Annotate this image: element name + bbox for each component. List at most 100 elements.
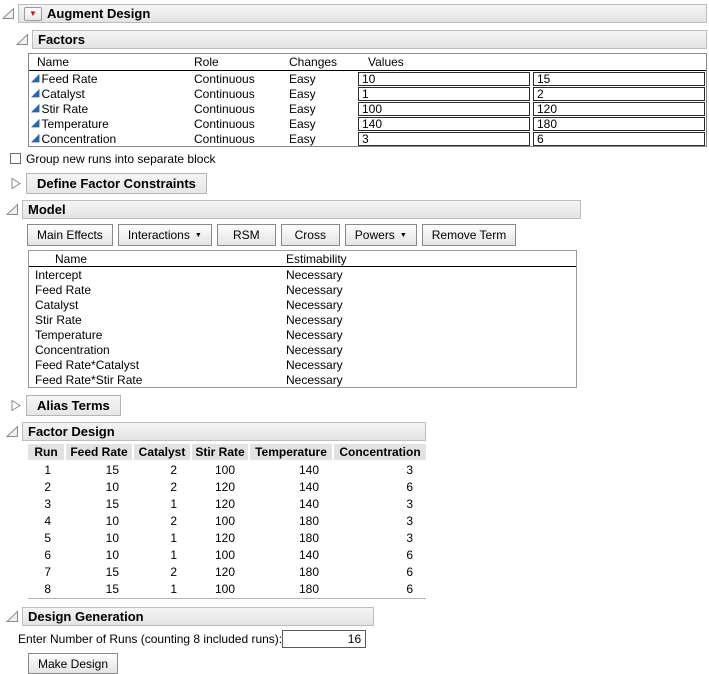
- term-name: Feed Rate: [29, 283, 286, 297]
- group-runs-checkbox-row[interactable]: Group new runs into separate block: [10, 151, 709, 166]
- factor-high-value[interactable]: 120: [533, 102, 705, 116]
- disclosure-collapsed-icon[interactable]: [10, 399, 23, 412]
- make-design-button[interactable]: Make Design: [28, 653, 118, 674]
- constraints-title[interactable]: Define Factor Constraints: [26, 173, 207, 194]
- term-estimability[interactable]: Necessary: [286, 313, 343, 327]
- run-number: 7: [28, 563, 64, 580]
- term-estimability[interactable]: Necessary: [286, 328, 343, 342]
- cell-temperature: 180: [250, 580, 332, 597]
- factor-name: Feed Rate: [41, 72, 97, 86]
- factor-role[interactable]: Continuous: [194, 117, 289, 131]
- cell-catalyst: 1: [134, 495, 190, 512]
- factors-title: Factors: [38, 32, 85, 47]
- cell-feed-rate: 15: [66, 461, 132, 478]
- model-title-bar: Model: [22, 200, 581, 219]
- remove-term-button[interactable]: Remove Term: [422, 224, 516, 246]
- cell-stir-rate: 120: [192, 529, 248, 546]
- term-estimability[interactable]: Necessary: [286, 358, 343, 372]
- red-triangle-menu-button[interactable]: ▼: [24, 7, 42, 21]
- disclosure-expanded-icon[interactable]: [6, 610, 19, 623]
- cell-feed-rate: 10: [66, 478, 132, 495]
- factor-low-value[interactable]: 3: [358, 132, 530, 146]
- col-header-term-name: Name: [29, 252, 286, 266]
- cell-concentration: 6: [334, 546, 426, 563]
- term-estimability[interactable]: Necessary: [286, 343, 343, 357]
- col-header-estimability: Estimability: [286, 252, 347, 266]
- term-estimability[interactable]: Necessary: [286, 283, 343, 297]
- number-of-runs-input[interactable]: [282, 630, 366, 648]
- term-estimability[interactable]: Necessary: [286, 268, 343, 282]
- col-header-temperature: Temperature: [250, 444, 332, 460]
- factor-changes[interactable]: Easy: [289, 132, 358, 146]
- cell-temperature: 140: [250, 495, 332, 512]
- factor-high-value[interactable]: 15: [533, 72, 705, 86]
- factor-row[interactable]: ◢Temperature Continuous Easy 140180: [29, 116, 706, 131]
- cell-concentration: 6: [334, 580, 426, 597]
- model-term-row[interactable]: CatalystNecessary: [29, 297, 576, 312]
- factor-changes[interactable]: Easy: [289, 87, 358, 101]
- factor-low-value[interactable]: 140: [358, 117, 530, 131]
- disclosure-expanded-icon[interactable]: [2, 7, 15, 20]
- model-term-row[interactable]: TemperatureNecessary: [29, 327, 576, 342]
- model-term-row[interactable]: Feed Rate*Stir RateNecessary: [29, 372, 576, 387]
- disclosure-collapsed-icon[interactable]: [10, 177, 23, 190]
- term-name: Concentration: [29, 343, 286, 357]
- term-name: Stir Rate: [29, 313, 286, 327]
- factors-table-header: Name Role Changes Values: [29, 54, 706, 71]
- model-terms-table: Name Estimability InterceptNecessary Fee…: [28, 250, 577, 388]
- factor-low-value[interactable]: 10: [358, 72, 530, 86]
- factor-high-value[interactable]: 180: [533, 117, 705, 131]
- factor-row[interactable]: ◢Concentration Continuous Easy 36: [29, 131, 706, 146]
- interactions-button[interactable]: Interactions▼: [118, 224, 212, 246]
- continuous-factor-icon: ◢: [31, 73, 39, 84]
- model-term-row[interactable]: Feed Rate*CatalystNecessary: [29, 357, 576, 372]
- model-term-row[interactable]: ConcentrationNecessary: [29, 342, 576, 357]
- cell-stir-rate: 100: [192, 580, 248, 597]
- factor-name: Catalyst: [41, 87, 84, 101]
- main-effects-button[interactable]: Main Effects: [27, 224, 113, 246]
- group-runs-checkbox[interactable]: [10, 153, 21, 164]
- model-term-row[interactable]: InterceptNecessary: [29, 267, 576, 282]
- powers-button[interactable]: Powers▼: [345, 224, 417, 246]
- cell-concentration: 3: [334, 512, 426, 529]
- design-generation-header: Design Generation: [6, 607, 709, 626]
- disclosure-expanded-icon[interactable]: [6, 425, 19, 438]
- cross-button[interactable]: Cross: [281, 224, 340, 246]
- term-estimability[interactable]: Necessary: [286, 298, 343, 312]
- factor-changes[interactable]: Easy: [289, 102, 358, 116]
- factor-high-value[interactable]: 2: [533, 87, 705, 101]
- factors-title-bar: Factors: [32, 30, 707, 49]
- rsm-button[interactable]: RSM: [217, 224, 276, 246]
- factor-row[interactable]: ◢Catalyst Continuous Easy 12: [29, 86, 706, 101]
- disclosure-expanded-icon[interactable]: [16, 33, 29, 46]
- factor-low-value[interactable]: 1: [358, 87, 530, 101]
- factor-row[interactable]: ◢Stir Rate Continuous Easy 100120: [29, 101, 706, 116]
- term-estimability[interactable]: Necessary: [286, 373, 343, 387]
- cell-temperature: 140: [250, 461, 332, 478]
- cell-feed-rate: 10: [66, 546, 132, 563]
- factor-role[interactable]: Continuous: [194, 102, 289, 116]
- model-toolbar: Main Effects Interactions▼ RSM Cross Pow…: [27, 224, 709, 246]
- cell-concentration: 3: [334, 495, 426, 512]
- factor-role[interactable]: Continuous: [194, 72, 289, 86]
- model-term-row[interactable]: Feed RateNecessary: [29, 282, 576, 297]
- term-name: Feed Rate*Stir Rate: [29, 373, 286, 387]
- cell-concentration: 3: [334, 529, 426, 546]
- design-generation-title-bar: Design Generation: [22, 607, 374, 626]
- run-number: 4: [28, 512, 64, 529]
- factor-role[interactable]: Continuous: [194, 132, 289, 146]
- factor-name: Temperature: [41, 117, 108, 131]
- augment-design-title-bar: ▼ Augment Design: [18, 4, 707, 23]
- disclosure-expanded-icon[interactable]: [6, 203, 19, 216]
- alias-terms-title[interactable]: Alias Terms: [26, 395, 121, 416]
- factor-changes[interactable]: Easy: [289, 72, 358, 86]
- factor-low-value[interactable]: 100: [358, 102, 530, 116]
- factor-role[interactable]: Continuous: [194, 87, 289, 101]
- factor-changes[interactable]: Easy: [289, 117, 358, 131]
- col-header-feed-rate: Feed Rate: [66, 444, 132, 460]
- model-term-row[interactable]: Stir RateNecessary: [29, 312, 576, 327]
- cell-catalyst: 1: [134, 529, 190, 546]
- col-header-concentration: Concentration: [334, 444, 426, 460]
- factor-row[interactable]: ◢Feed Rate Continuous Easy 1015: [29, 71, 706, 86]
- factor-high-value[interactable]: 6: [533, 132, 705, 146]
